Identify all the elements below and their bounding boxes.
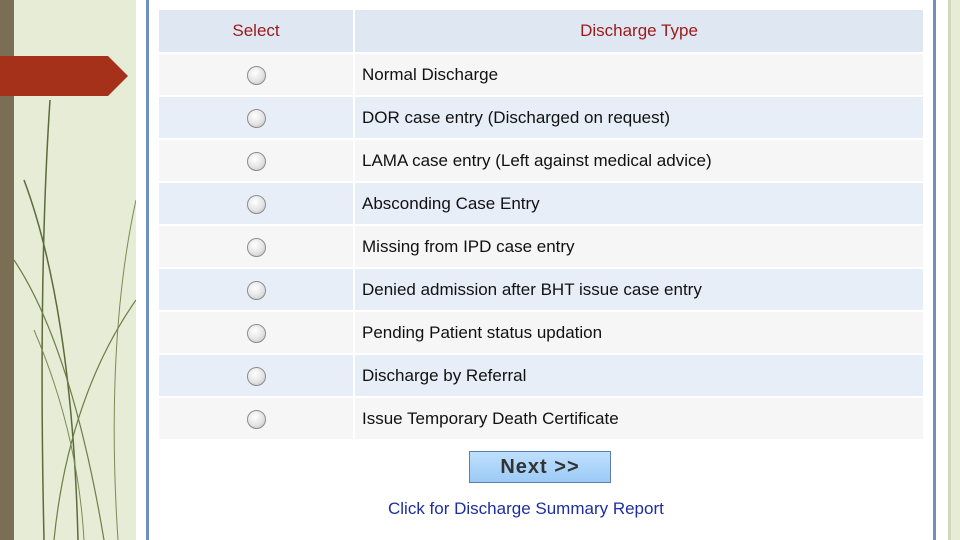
discharge-type-radio[interactable] <box>246 409 266 429</box>
discharge-type-label: Normal Discharge <box>353 52 925 97</box>
table-row[interactable]: Discharge by Referral <box>157 353 925 398</box>
discharge-type-label: Discharge by Referral <box>353 353 925 398</box>
discharge-type-label: Absconding Case Entry <box>353 181 925 226</box>
select-cell <box>157 396 355 441</box>
table-header-row: Select Discharge Type <box>157 8 925 54</box>
table-row[interactable]: Absconding Case Entry <box>157 181 925 226</box>
slide-right-strip <box>948 0 960 540</box>
discharge-type-radio[interactable] <box>246 65 266 85</box>
discharge-type-label: Missing from IPD case entry <box>353 224 925 269</box>
discharge-type-radio[interactable] <box>246 237 266 257</box>
select-cell <box>157 95 355 140</box>
discharge-summary-report-link[interactable]: Click for Discharge Summary Report <box>388 499 664 519</box>
select-cell <box>157 181 355 226</box>
table-row[interactable]: Normal Discharge <box>157 52 925 97</box>
discharge-type-radio[interactable] <box>246 151 266 171</box>
table-row[interactable]: Pending Patient status updation <box>157 310 925 355</box>
discharge-type-label: Denied admission after BHT issue case en… <box>353 267 925 312</box>
discharge-type-radio[interactable] <box>246 366 266 386</box>
discharge-type-radio[interactable] <box>246 194 266 214</box>
discharge-type-radio[interactable] <box>246 280 266 300</box>
discharge-type-label: DOR case entry (Discharged on request) <box>353 95 925 140</box>
discharge-type-table: Select Discharge Type Normal Discharge DO… <box>157 8 925 441</box>
discharge-type-column-header: Discharge Type <box>353 8 925 54</box>
table-row[interactable]: Missing from IPD case entry <box>157 224 925 269</box>
select-cell <box>157 310 355 355</box>
select-cell <box>157 224 355 269</box>
next-button[interactable]: Next >> <box>469 451 611 483</box>
table-row[interactable]: LAMA case entry (Left against medical ad… <box>157 138 925 183</box>
discharge-type-label: Pending Patient status updation <box>353 310 925 355</box>
select-cell <box>157 138 355 183</box>
table-row[interactable]: Denied admission after BHT issue case en… <box>157 267 925 312</box>
table-row[interactable]: DOR case entry (Discharged on request) <box>157 95 925 140</box>
discharge-type-radio[interactable] <box>246 323 266 343</box>
discharge-type-label: Issue Temporary Death Certificate <box>353 396 925 441</box>
select-cell <box>157 267 355 312</box>
discharge-type-label: LAMA case entry (Left against medical ad… <box>353 138 925 183</box>
select-column-header: Select <box>157 8 355 54</box>
slide-arrow-tab-icon <box>0 56 128 96</box>
select-cell <box>157 52 355 97</box>
table-row[interactable]: Issue Temporary Death Certificate <box>157 396 925 441</box>
select-cell <box>157 353 355 398</box>
discharge-type-radio[interactable] <box>246 108 266 128</box>
